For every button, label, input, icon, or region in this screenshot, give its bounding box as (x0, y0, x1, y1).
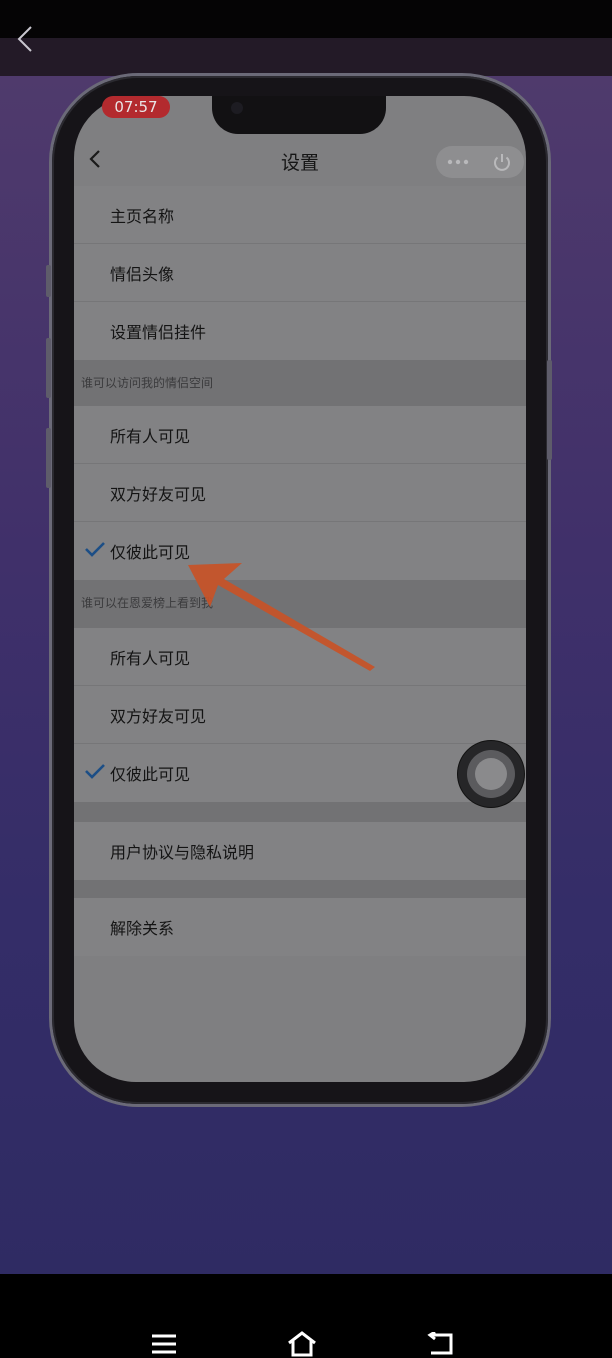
option-label: 仅彼此可见 (110, 543, 191, 562)
list-item-couple-avatar[interactable]: 情侣头像 (74, 244, 526, 302)
back-button[interactable] (423, 1330, 457, 1358)
checkmark-icon (85, 542, 105, 557)
list-item-label: 用户协议与隐私说明 (110, 843, 255, 862)
list-item-unbind[interactable]: 解除关系 (74, 898, 526, 956)
list-item-label: 主页名称 (110, 207, 175, 226)
section-title: 谁可以访问我的情侣空间 (81, 376, 214, 390)
list-item-home-name[interactable]: 主页名称 (74, 186, 526, 244)
list-item-user-agreement[interactable]: 用户协议与隐私说明 (74, 822, 526, 880)
mini-program-capsule (436, 146, 524, 178)
phone-side-button (46, 338, 51, 398)
home-icon (288, 1331, 316, 1357)
option-label: 双方好友可见 (110, 485, 207, 504)
power-icon[interactable] (480, 151, 524, 173)
menu-icon (152, 1334, 176, 1354)
list-item-label: 设置情侣挂件 (110, 323, 207, 342)
viewer-back-button[interactable] (10, 22, 40, 56)
phone-side-button (46, 265, 51, 297)
option-label: 仅彼此可见 (110, 765, 191, 784)
chevron-left-icon (17, 26, 32, 52)
annotation-arrow-icon (188, 563, 375, 671)
more-dots-icon[interactable] (436, 159, 480, 165)
list-item-couple-widget[interactable]: 设置情侣挂件 (74, 302, 526, 360)
section-gap (74, 880, 526, 898)
option-visit-everyone[interactable]: 所有人可见 (74, 406, 526, 464)
top-bar (0, 0, 612, 38)
phone-side-button (547, 360, 552, 460)
menu-button[interactable] (147, 1330, 181, 1358)
option-label: 双方好友可见 (110, 707, 207, 726)
assistive-touch-button[interactable] (458, 741, 524, 807)
title-band (0, 38, 612, 76)
option-rank-mutual-friends[interactable]: 双方好友可见 (74, 686, 526, 744)
checkmark-icon (85, 764, 105, 779)
back-icon (427, 1332, 453, 1355)
home-button[interactable] (285, 1330, 319, 1358)
camera-icon (231, 102, 243, 114)
list-item-label: 情侣头像 (110, 265, 175, 284)
option-label: 所有人可见 (110, 649, 191, 668)
option-visit-mutual-friends[interactable]: 双方好友可见 (74, 464, 526, 522)
section-gap (74, 802, 526, 822)
phone-side-button (46, 428, 51, 488)
app-header: 设置 (74, 134, 526, 186)
status-time: 07:57 (102, 96, 170, 118)
option-label: 所有人可见 (110, 427, 191, 446)
screenshot: 07:57 设置 主页名称 情侣头像 设置情侣挂件 谁可以访问我的情侣空间 所有… (0, 0, 612, 1358)
list-item-label: 解除关系 (110, 919, 175, 938)
section-header: 谁可以访问我的情侣空间 (74, 360, 526, 406)
